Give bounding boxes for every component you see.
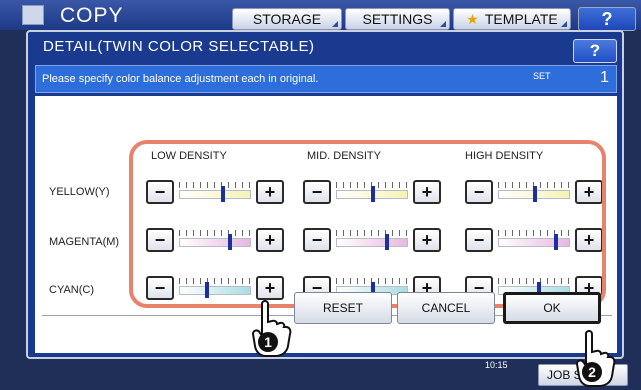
template-button[interactable]: ★ TEMPLATE bbox=[453, 8, 571, 30]
set-label: SET bbox=[533, 71, 551, 81]
star-icon: ★ bbox=[466, 10, 479, 27]
callout-2: 2 bbox=[588, 364, 596, 380]
reset-button[interactable]: RESET bbox=[294, 292, 392, 324]
clock: 10:15 bbox=[485, 360, 508, 370]
highlight-callout-box bbox=[129, 140, 606, 308]
cancel-button[interactable]: CANCEL bbox=[397, 292, 495, 324]
instruction-bar: Please specify color balance adjustment … bbox=[35, 65, 617, 93]
ok-button[interactable]: OK bbox=[503, 292, 601, 324]
template-label: TEMPLATE bbox=[484, 11, 558, 27]
dialog-help-button[interactable]: ? bbox=[573, 39, 617, 63]
corner-triangle-icon bbox=[332, 21, 338, 27]
settings-label: SETTINGS bbox=[362, 11, 433, 27]
set-value: 1 bbox=[600, 69, 609, 86]
settings-button[interactable]: SETTINGS bbox=[345, 8, 450, 30]
dialog-title: DETAIL(TWIN COLOR SELECTABLE) bbox=[43, 38, 315, 55]
app-title: COPY bbox=[60, 4, 124, 27]
callout-1: 1 bbox=[264, 334, 272, 350]
row-label-magenta: MAGENTA(M) bbox=[49, 236, 120, 248]
row-label-cyan: CYAN(C) bbox=[49, 284, 95, 296]
help-button[interactable]: ? bbox=[578, 7, 636, 31]
corner-triangle-icon bbox=[440, 21, 446, 27]
pointing-hand-icon-1: 1 bbox=[251, 300, 292, 357]
corner-triangle-icon bbox=[561, 21, 567, 27]
instruction-text: Please specify color balance adjustment … bbox=[42, 73, 319, 85]
copy-app-icon bbox=[22, 5, 44, 25]
storage-label: STORAGE bbox=[252, 11, 322, 27]
storage-button[interactable]: STORAGE bbox=[232, 8, 342, 30]
row-label-yellow: YELLOW(Y) bbox=[49, 186, 110, 198]
app-header: COPY STORAGE SETTINGS ★ TEMPLATE ? bbox=[0, 0, 641, 31]
pointing-hand-icon-2: 2 bbox=[575, 330, 616, 387]
